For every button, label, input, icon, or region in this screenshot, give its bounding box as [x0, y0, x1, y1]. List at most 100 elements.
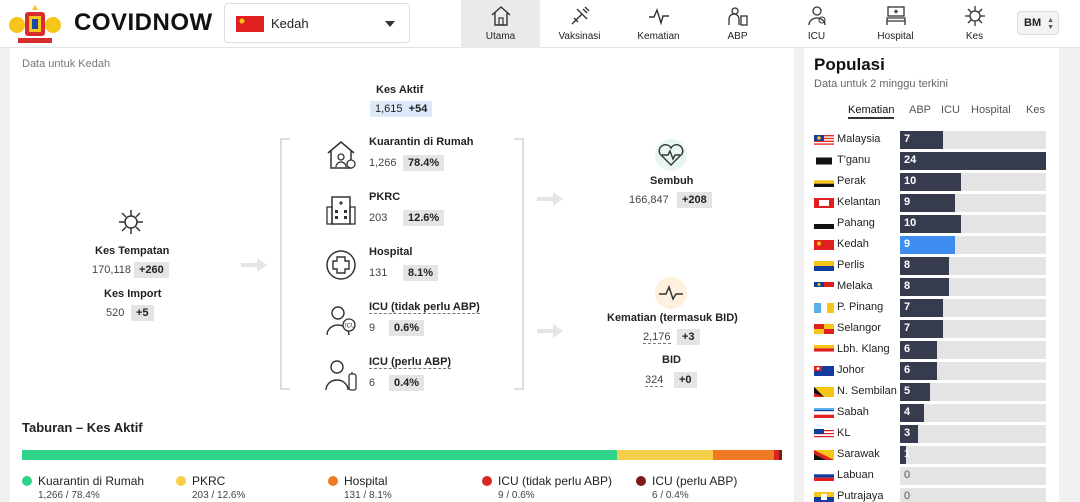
nav-item-label: ABP: [727, 31, 748, 42]
tab-abp[interactable]: ABP: [909, 104, 931, 116]
state-row: Melaka 8: [814, 278, 1046, 296]
state-bar-track: 24: [900, 152, 1046, 170]
distribution-bar: [22, 450, 783, 460]
chevron-down-icon: [385, 21, 395, 27]
state-row: Kedah 9: [814, 236, 1046, 254]
state-bar-track: 9: [900, 194, 1046, 212]
state-value: 10: [904, 217, 917, 229]
kes-tempatan-label: Kes Tempatan: [95, 245, 170, 257]
kes-tempatan-value: 170,118: [92, 264, 131, 276]
heart-pulse-icon: [655, 139, 687, 171]
language-select[interactable]: BM ▲ ▼: [1017, 11, 1059, 35]
state-name: Pahang: [837, 217, 875, 229]
kes-tempatan-delta: +260: [134, 262, 169, 278]
state-name: P. Pinang: [837, 301, 884, 313]
breakdown-percent: 0.6%: [389, 320, 425, 336]
state-bar-track: 10: [900, 173, 1046, 191]
nav-item-kes[interactable]: Kes: [935, 0, 1014, 48]
coat-of-arms-logo: [9, 5, 61, 43]
state-name: Sabah: [837, 406, 869, 418]
state-value: 0: [904, 490, 911, 502]
state-flag-icon: [814, 471, 834, 481]
nav-item-kematian[interactable]: Kematian: [619, 0, 698, 48]
state-flag-icon: [814, 366, 834, 376]
home-icon: [491, 6, 510, 26]
top-header: COVIDNOW Kedah Utama Vaksinasi Kematian ABP…: [0, 0, 1080, 48]
nav-item-icu[interactable]: ICU: [777, 0, 856, 48]
state-bar-track: 8: [900, 278, 1046, 296]
legend-label: ICU (perlu ABP): [652, 474, 738, 488]
state-bar-track: 7: [900, 131, 1046, 149]
state-name: Kelantan: [837, 196, 881, 208]
legend-label: Kuarantin di Rumah: [38, 474, 145, 488]
state-name: Johor: [837, 364, 865, 376]
state-value: 9: [904, 196, 911, 208]
state-flag-icon: [814, 450, 834, 460]
nav-item-hospital[interactable]: Hospital: [856, 0, 935, 48]
kes-import-label: Kes Import: [104, 288, 162, 300]
nav-item-label: Vaksinasi: [558, 31, 601, 42]
tab-kematian[interactable]: Kematian: [848, 104, 895, 119]
state-name: Melaka: [837, 280, 873, 292]
state-flag-icon: [814, 408, 834, 418]
kematian-value[interactable]: 2,176: [643, 331, 671, 344]
nav-item-vaksinasi[interactable]: Vaksinasi: [540, 0, 619, 48]
state-flag-icon: [814, 177, 834, 187]
state-name: Putrajaya: [837, 490, 884, 502]
breakdown-label[interactable]: ICU (perlu ABP): [369, 356, 452, 369]
state-row: Perlis 8: [814, 257, 1046, 275]
state-select[interactable]: Kedah: [224, 3, 410, 43]
kes-import-delta: +5: [131, 305, 154, 321]
breakdown-label[interactable]: ICU (tidak perlu ABP): [369, 301, 480, 314]
legend-value: 203 / 12.6%: [192, 490, 246, 501]
state-bar-track: 7: [900, 320, 1046, 338]
state-value: 0: [904, 469, 911, 481]
bid-value[interactable]: 324: [645, 374, 664, 387]
state-bar-track: 0: [900, 488, 1046, 502]
svg-text:ICU: ICU: [345, 324, 355, 330]
distribution-segment: [712, 450, 775, 460]
arrow-right-icon: [241, 258, 267, 272]
virus-icon: [964, 6, 985, 26]
state-name: Lbh. Klang: [837, 343, 890, 355]
state-bar-track: 10: [900, 215, 1046, 233]
state-flag-icon: [814, 282, 834, 292]
bracket-left: [280, 138, 290, 390]
state-flag-icon: [814, 135, 834, 145]
nav-item-utama[interactable]: Utama: [461, 0, 540, 48]
tab-kes[interactable]: Kes: [1026, 104, 1045, 116]
tab-hospital[interactable]: Hospital: [971, 104, 1011, 116]
breakdown-label: Hospital: [369, 246, 413, 258]
state-row: KL 3: [814, 425, 1046, 443]
state-value: 10: [904, 175, 917, 187]
arrow-right-icon: [537, 192, 563, 206]
hospital-cross-icon: [326, 250, 356, 280]
icu-ventilator-icon: [325, 360, 357, 391]
state-value: 1: [904, 448, 911, 460]
brand-title[interactable]: COVIDNOW: [74, 9, 213, 37]
tab-icu[interactable]: ICU: [941, 104, 960, 116]
state-row: N. Sembilan 5: [814, 383, 1046, 401]
state-name: Labuan: [837, 469, 874, 481]
nav-item-label: Utama: [485, 31, 516, 42]
kematian-delta: +3: [677, 329, 700, 345]
nav-item-label: Kematian: [637, 31, 680, 42]
bracket-right: [514, 138, 524, 390]
state-value: 7: [904, 322, 911, 334]
sembuh-value: 166,847: [629, 194, 669, 206]
data-for-label: Data untuk Kedah: [22, 58, 111, 70]
hospital-bed-icon: [885, 6, 906, 25]
state-row: P. Pinang 7: [814, 299, 1046, 317]
legend-value: 1,266 / 78.4%: [38, 490, 100, 501]
state-value: 24: [904, 154, 917, 166]
nav-item-abp[interactable]: ABP: [698, 0, 777, 48]
state-row: T'ganu 24: [814, 152, 1046, 170]
bid-label: BID: [662, 354, 681, 366]
state-row: Johor 6: [814, 362, 1046, 380]
breakdown-value: 203: [369, 212, 388, 224]
state-flag-icon: [814, 261, 834, 271]
legend-dot: [482, 476, 492, 486]
nav-item-label: ICU: [807, 31, 826, 42]
state-value: 7: [904, 301, 911, 313]
legend-dot: [22, 476, 32, 486]
